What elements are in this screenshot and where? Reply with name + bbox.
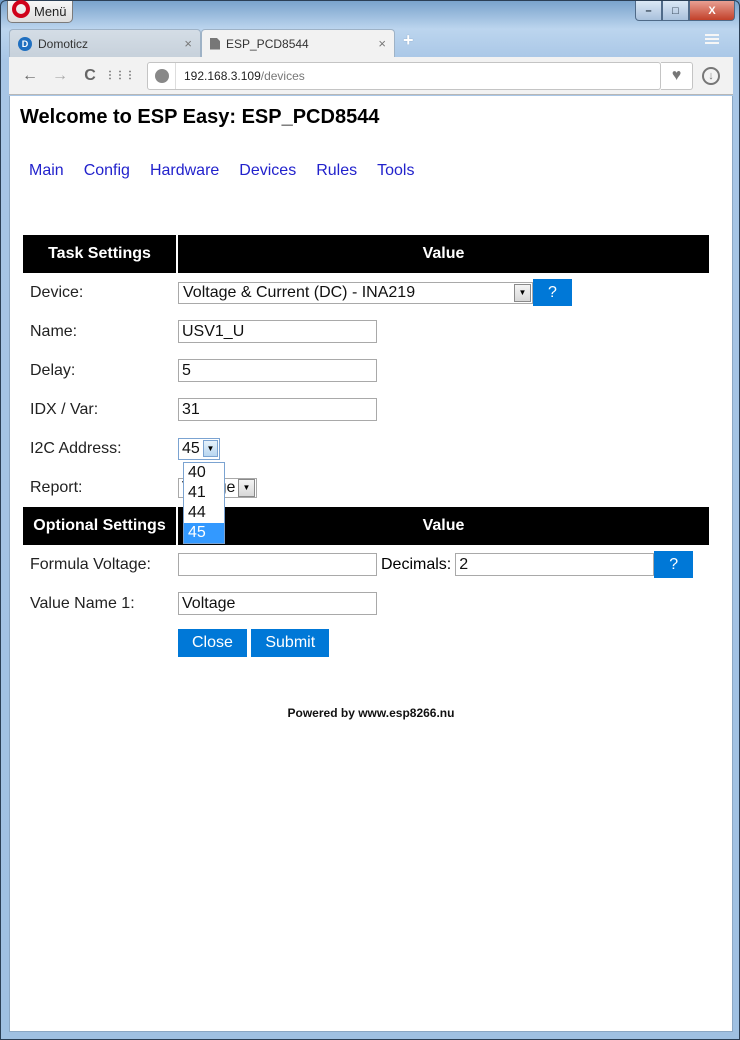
forward-icon[interactable]: → <box>45 67 75 85</box>
value-name-input[interactable] <box>178 592 377 615</box>
close-button[interactable]: Close <box>178 628 247 657</box>
device-help-button[interactable]: ? <box>533 279 572 306</box>
chevron-down-icon: ▼ <box>203 440 218 457</box>
value-header: Value <box>178 235 709 273</box>
page-title: Welcome to ESP Easy: ESP_PCD8544 <box>20 106 380 128</box>
tab-domoticz[interactable]: D Domoticz × <box>9 29 201 57</box>
submit-button[interactable]: Submit <box>251 628 330 657</box>
download-icon[interactable]: ↓ <box>702 67 720 85</box>
site-info-icon[interactable] <box>148 63 176 89</box>
speed-dial-icon[interactable]: ⋮⋮⋮ <box>105 70 135 81</box>
formula-input[interactable] <box>178 553 377 577</box>
opera-logo-icon <box>12 0 30 18</box>
optional-settings-header: Optional Settings <box>23 507 176 545</box>
delay-input[interactable] <box>178 359 377 382</box>
i2c-option[interactable]: 41 <box>184 483 224 503</box>
page-viewport: Welcome to ESP Easy: ESP_PCD8544 Main Co… <box>9 96 733 1032</box>
document-icon <box>210 37 220 50</box>
close-window-button[interactable]: X <box>689 1 735 21</box>
url-text: 192.168.3.109/devices <box>184 69 305 83</box>
name-input[interactable] <box>178 320 377 343</box>
i2c-option-selected[interactable]: 45 <box>184 523 224 543</box>
i2c-address-label: I2C Address: <box>30 439 122 457</box>
menu-rules[interactable]: Rules <box>316 162 357 180</box>
close-tab-icon[interactable]: × <box>378 36 386 51</box>
delay-label: Delay: <box>30 361 76 379</box>
i2c-address-dropdown-list: 40 41 44 45 <box>183 462 225 544</box>
menu-label: Menü <box>34 4 67 19</box>
footer: Powered by www.esp8266.nu <box>287 706 455 720</box>
i2c-option[interactable]: 44 <box>184 503 224 523</box>
menu-main[interactable]: Main <box>29 162 64 180</box>
task-settings-header: Task Settings <box>23 235 176 273</box>
main-menu: Main Config Hardware Devices Rules Tools <box>29 162 722 180</box>
chevron-down-icon: ▼ <box>238 478 255 497</box>
name-label: Name: <box>30 322 78 340</box>
tab-strip: D Domoticz × ESP_PCD8544 × + <box>9 29 414 57</box>
browser-window: Menü – □ X D Domoticz × ESP_PCD8544 × + … <box>0 0 740 1040</box>
report-label: Report: <box>30 478 83 496</box>
task-settings-table: Task Settings Value Device: Voltage & Cu… <box>21 235 711 662</box>
idx-input[interactable] <box>178 398 377 421</box>
value-name-label: Value Name 1: <box>30 594 135 612</box>
navigation-bar: ← → C ⋮⋮⋮ 192.168.3.109/devices ♥ ↓ <box>9 57 733 95</box>
tab-label: Domoticz <box>38 36 89 51</box>
back-icon[interactable]: ← <box>15 67 45 85</box>
formula-label: Formula Voltage: <box>30 555 151 573</box>
menu-devices[interactable]: Devices <box>239 162 296 180</box>
decimals-input[interactable] <box>455 553 655 577</box>
minimize-button[interactable]: – <box>635 1 662 21</box>
i2c-address-select[interactable]: 45 ▼ <box>178 437 220 460</box>
chevron-down-icon: ▼ <box>514 283 531 302</box>
heart-icon[interactable]: ♥ <box>661 62 693 90</box>
close-tab-icon[interactable]: × <box>184 36 192 51</box>
opera-menu-button[interactable]: Menü <box>7 0 73 23</box>
address-bar[interactable]: 192.168.3.109/devices <box>147 62 661 90</box>
device-select[interactable]: Voltage & Current (DC) - INA219 ▼ <box>178 281 533 304</box>
maximize-button[interactable]: □ <box>662 1 689 21</box>
idx-label: IDX / Var: <box>30 400 99 418</box>
domoticz-icon: D <box>18 36 32 51</box>
tab-esp-pcd8544[interactable]: ESP_PCD8544 × <box>201 29 395 57</box>
menu-hardware[interactable]: Hardware <box>150 162 219 180</box>
reload-icon[interactable]: C <box>75 67 105 85</box>
window-controls: – □ X <box>635 1 735 21</box>
i2c-option[interactable]: 40 <box>184 463 224 483</box>
decimals-help-button[interactable]: ? <box>654 551 694 578</box>
menu-config[interactable]: Config <box>84 162 130 180</box>
tab-label: ESP_PCD8544 <box>226 36 309 51</box>
new-tab-button[interactable]: + <box>403 30 414 51</box>
decimals-label: Decimals: <box>381 555 452 573</box>
menu-tools[interactable]: Tools <box>377 162 414 180</box>
value-header: Value <box>178 507 709 545</box>
tab-menu-icon[interactable] <box>705 34 719 48</box>
device-label: Device: <box>30 283 84 301</box>
